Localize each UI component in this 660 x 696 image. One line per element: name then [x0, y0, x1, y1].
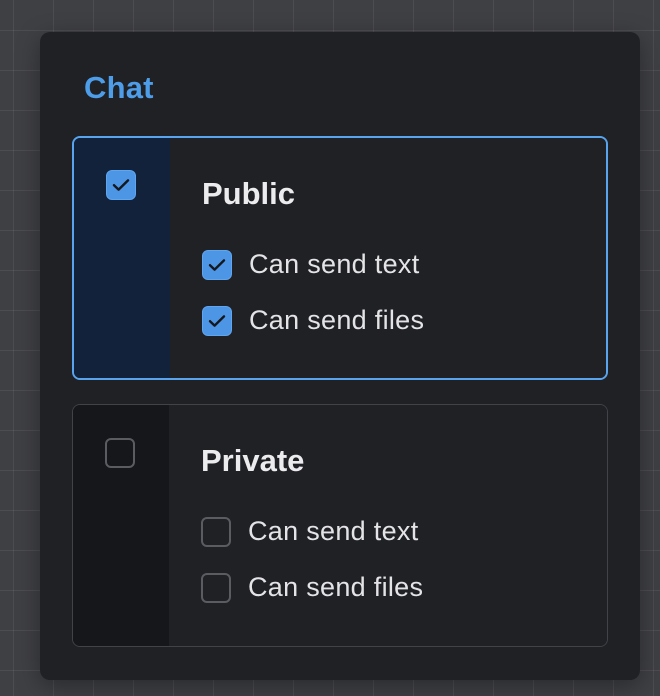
option-checkbox[interactable] [201, 516, 231, 547]
option-can-send-text[interactable]: Can send text [201, 516, 419, 547]
group-select-column [73, 405, 169, 646]
group-private-checkbox[interactable] [105, 438, 135, 468]
group-title: Private [201, 443, 305, 478]
option-label: Can send files [249, 305, 425, 335]
group-card-private[interactable]: Private Can send text Can send files [72, 404, 608, 647]
option-label: Can send text [248, 516, 419, 546]
checkmark-icon [208, 314, 226, 327]
option-can-send-text[interactable]: Can send text [202, 249, 420, 280]
checkmark-icon [112, 179, 130, 191]
group-body: Private Can send text Can send files [169, 405, 607, 646]
group-card-public[interactable]: Public Can send text Can send files [72, 136, 608, 380]
group-select-column [74, 138, 170, 378]
option-checkbox[interactable] [202, 249, 232, 280]
group-title: Public [202, 176, 296, 211]
group-public-checkbox[interactable] [106, 170, 136, 200]
chat-permissions-panel: Chat Public Can send text Can send files… [40, 32, 640, 680]
option-label: Can send files [248, 572, 424, 602]
option-can-send-files[interactable]: Can send files [201, 572, 423, 603]
group-body: Public Can send text Can send files [170, 138, 606, 378]
checkmark-icon [208, 258, 226, 271]
panel-title: Chat [84, 70, 154, 105]
option-label: Can send text [249, 249, 420, 279]
option-can-send-files[interactable]: Can send files [202, 305, 424, 336]
option-checkbox[interactable] [201, 572, 231, 603]
option-checkbox[interactable] [202, 305, 232, 336]
